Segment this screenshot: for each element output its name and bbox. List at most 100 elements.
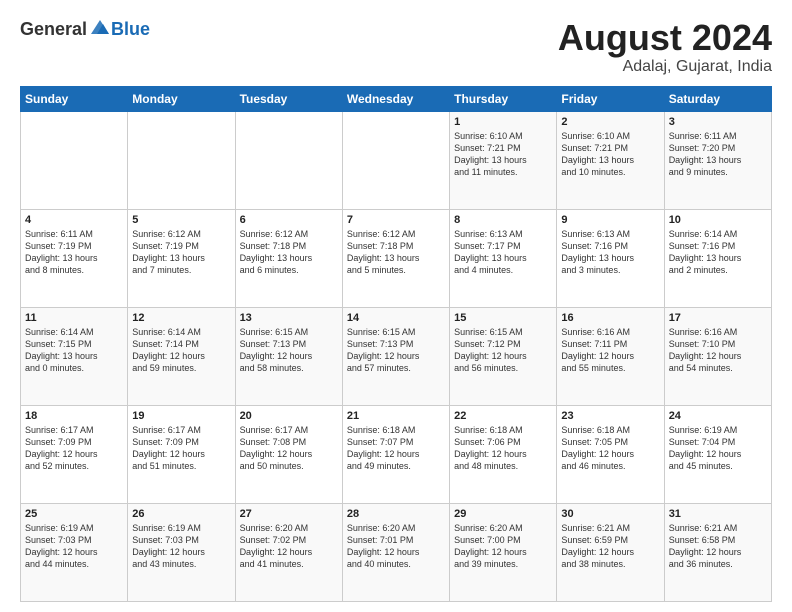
day-info: Sunrise: 6:15 AM Sunset: 7:12 PM Dayligh… (454, 326, 552, 375)
calendar-cell: 28Sunrise: 6:20 AM Sunset: 7:01 PM Dayli… (342, 503, 449, 601)
day-number: 18 (25, 410, 123, 422)
day-number: 23 (561, 410, 659, 422)
day-info: Sunrise: 6:18 AM Sunset: 7:05 PM Dayligh… (561, 424, 659, 473)
day-info: Sunrise: 6:19 AM Sunset: 7:03 PM Dayligh… (25, 522, 123, 571)
day-number: 6 (240, 214, 338, 226)
day-info: Sunrise: 6:10 AM Sunset: 7:21 PM Dayligh… (454, 130, 552, 179)
day-info: Sunrise: 6:14 AM Sunset: 7:15 PM Dayligh… (25, 326, 123, 375)
day-info: Sunrise: 6:16 AM Sunset: 7:11 PM Dayligh… (561, 326, 659, 375)
day-info: Sunrise: 6:15 AM Sunset: 7:13 PM Dayligh… (347, 326, 445, 375)
day-info: Sunrise: 6:21 AM Sunset: 6:58 PM Dayligh… (669, 522, 767, 571)
day-number: 17 (669, 312, 767, 324)
calendar-cell: 25 Sunrise: 6:19 AM Sunset: 7:03 PM Dayli… (21, 503, 128, 601)
title-block: August 2024 Adalaj, Gujarat, India (558, 18, 772, 76)
day-info: Sunrise: 6:17 AM Sunset: 7:08 PM Dayligh… (240, 424, 338, 473)
calendar-cell: 22Sunrise: 6:18 AM Sunset: 7:06 PM Dayli… (450, 405, 557, 503)
calendar-day-header: Saturday (664, 86, 771, 111)
calendar-day-header: Friday (557, 86, 664, 111)
day-info: Sunrise: 6:17 AM Sunset: 7:09 PM Dayligh… (25, 424, 123, 473)
day-info: Sunrise: 6:21 AM Sunset: 6:59 PM Dayligh… (561, 522, 659, 571)
day-info: Sunrise: 6:12 AM Sunset: 7:18 PM Dayligh… (347, 228, 445, 277)
calendar-day-header: Tuesday (235, 86, 342, 111)
calendar-cell: 6 Sunrise: 6:12 AM Sunset: 7:18 PM Daylig… (235, 209, 342, 307)
calendar-week-row: 18 Sunrise: 6:17 AM Sunset: 7:09 PM Dayli… (21, 405, 772, 503)
calendar-cell: 15 Sunrise: 6:15 AM Sunset: 7:12 PM Dayli… (450, 307, 557, 405)
main-title: August 2024 (558, 18, 772, 58)
calendar-cell: 20 Sunrise: 6:17 AM Sunset: 7:08 PM Dayli… (235, 405, 342, 503)
day-number: 15 (454, 312, 552, 324)
day-number: 1 (454, 116, 552, 128)
day-number: 24 (669, 410, 767, 422)
day-number: 2 (561, 116, 659, 128)
calendar-cell: 27 Sunrise: 6:20 AM Sunset: 7:02 PM Dayli… (235, 503, 342, 601)
calendar-cell: 23 Sunrise: 6:18 AM Sunset: 7:05 PM Dayli… (557, 405, 664, 503)
day-number: 3 (669, 116, 767, 128)
day-number: 22 (454, 410, 552, 422)
calendar-header-row: SundayMondayTuesdayWednesdayThursdayFrid… (21, 86, 772, 111)
day-number: 28 (347, 508, 445, 520)
calendar-week-row: 1 Sunrise: 6:10 AM Sunset: 7:21 PM Daylig… (21, 111, 772, 209)
day-info: Sunrise: 6:20 AM Sunset: 7:02 PM Dayligh… (240, 522, 338, 571)
calendar-cell: 5 Sunrise: 6:12 AM Sunset: 7:19 PM Daylig… (128, 209, 235, 307)
day-info: Sunrise: 6:17 AM Sunset: 7:09 PM Dayligh… (132, 424, 230, 473)
calendar-day-header: Thursday (450, 86, 557, 111)
calendar-cell: 8Sunrise: 6:13 AM Sunset: 7:17 PM Daylig… (450, 209, 557, 307)
calendar-cell: 26Sunrise: 6:19 AM Sunset: 7:03 PM Dayli… (128, 503, 235, 601)
calendar-cell: 3 Sunrise: 6:11 AM Sunset: 7:20 PM Daylig… (664, 111, 771, 209)
calendar-cell (235, 111, 342, 209)
calendar-week-row: 25 Sunrise: 6:19 AM Sunset: 7:03 PM Dayli… (21, 503, 772, 601)
day-number: 10 (669, 214, 767, 226)
day-info: Sunrise: 6:20 AM Sunset: 7:00 PM Dayligh… (454, 522, 552, 571)
calendar-cell (21, 111, 128, 209)
day-info: Sunrise: 6:12 AM Sunset: 7:18 PM Dayligh… (240, 228, 338, 277)
day-number: 14 (347, 312, 445, 324)
day-info: Sunrise: 6:14 AM Sunset: 7:14 PM Dayligh… (132, 326, 230, 375)
day-number: 20 (240, 410, 338, 422)
calendar-cell: 4 Sunrise: 6:11 AM Sunset: 7:19 PM Daylig… (21, 209, 128, 307)
calendar-table: SundayMondayTuesdayWednesdayThursdayFrid… (20, 86, 772, 602)
calendar-cell: 10Sunrise: 6:14 AM Sunset: 7:16 PM Dayli… (664, 209, 771, 307)
calendar-cell: 2Sunrise: 6:10 AM Sunset: 7:21 PM Daylig… (557, 111, 664, 209)
subtitle: Adalaj, Gujarat, India (558, 58, 772, 76)
day-number: 5 (132, 214, 230, 226)
day-number: 19 (132, 410, 230, 422)
calendar-cell: 29 Sunrise: 6:20 AM Sunset: 7:00 PM Dayli… (450, 503, 557, 601)
day-info: Sunrise: 6:11 AM Sunset: 7:20 PM Dayligh… (669, 130, 767, 179)
calendar-day-header: Wednesday (342, 86, 449, 111)
day-number: 16 (561, 312, 659, 324)
day-info: Sunrise: 6:18 AM Sunset: 7:07 PM Dayligh… (347, 424, 445, 473)
calendar-week-row: 4 Sunrise: 6:11 AM Sunset: 7:19 PM Daylig… (21, 209, 772, 307)
calendar-cell: 14 Sunrise: 6:15 AM Sunset: 7:13 PM Dayli… (342, 307, 449, 405)
day-info: Sunrise: 6:19 AM Sunset: 7:03 PM Dayligh… (132, 522, 230, 571)
day-number: 11 (25, 312, 123, 324)
calendar-cell: 18 Sunrise: 6:17 AM Sunset: 7:09 PM Dayli… (21, 405, 128, 503)
calendar-cell: 31 Sunrise: 6:21 AM Sunset: 6:58 PM Dayli… (664, 503, 771, 601)
day-number: 27 (240, 508, 338, 520)
calendar-cell: 13Sunrise: 6:15 AM Sunset: 7:13 PM Dayli… (235, 307, 342, 405)
day-number: 4 (25, 214, 123, 226)
day-number: 29 (454, 508, 552, 520)
day-info: Sunrise: 6:16 AM Sunset: 7:10 PM Dayligh… (669, 326, 767, 375)
day-number: 13 (240, 312, 338, 324)
calendar-cell: 17 Sunrise: 6:16 AM Sunset: 7:10 PM Dayli… (664, 307, 771, 405)
day-info: Sunrise: 6:19 AM Sunset: 7:04 PM Dayligh… (669, 424, 767, 473)
day-number: 31 (669, 508, 767, 520)
calendar-cell: 30Sunrise: 6:21 AM Sunset: 6:59 PM Dayli… (557, 503, 664, 601)
calendar-cell: 16 Sunrise: 6:16 AM Sunset: 7:11 PM Dayli… (557, 307, 664, 405)
header: General Blue August 2024 Adalaj, Gujarat… (20, 18, 772, 76)
calendar-cell (342, 111, 449, 209)
day-number: 7 (347, 214, 445, 226)
day-number: 21 (347, 410, 445, 422)
day-number: 25 (25, 508, 123, 520)
calendar-cell: 7 Sunrise: 6:12 AM Sunset: 7:18 PM Daylig… (342, 209, 449, 307)
calendar-day-header: Monday (128, 86, 235, 111)
calendar-cell (128, 111, 235, 209)
day-number: 8 (454, 214, 552, 226)
day-info: Sunrise: 6:12 AM Sunset: 7:19 PM Dayligh… (132, 228, 230, 277)
calendar-week-row: 11 Sunrise: 6:14 AM Sunset: 7:15 PM Dayli… (21, 307, 772, 405)
logo: General Blue (20, 18, 150, 40)
logo-blue-text: Blue (111, 19, 150, 40)
day-info: Sunrise: 6:11 AM Sunset: 7:19 PM Dayligh… (25, 228, 123, 277)
calendar-day-header: Sunday (21, 86, 128, 111)
calendar-cell: 24 Sunrise: 6:19 AM Sunset: 7:04 PM Dayli… (664, 405, 771, 503)
